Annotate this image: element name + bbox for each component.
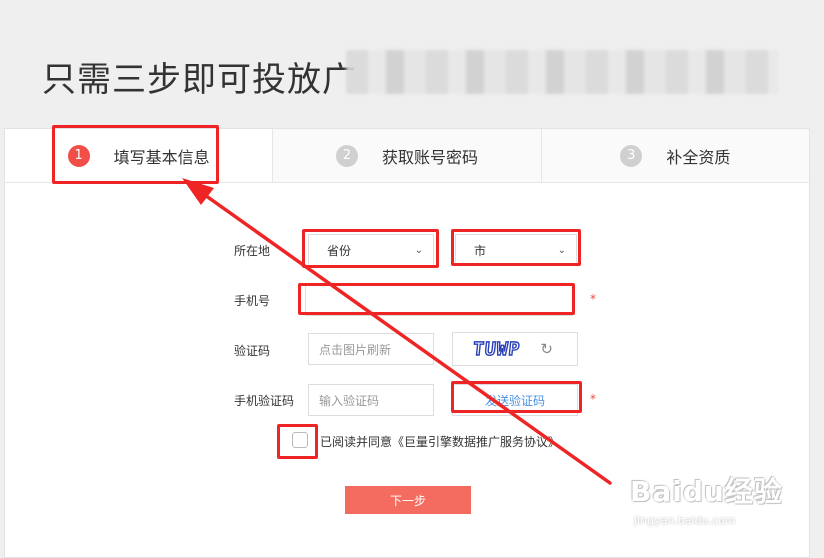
step-number: 3	[620, 144, 643, 167]
page-headline: 只需三步即可投放广	[42, 60, 357, 100]
step-label: 获取账号密码	[381, 147, 478, 167]
sms-code-label: 手机验证码	[234, 394, 295, 408]
highlight-box-checkbox	[277, 424, 318, 459]
highlight-box-province	[302, 229, 439, 268]
captcha-label: 验证码	[234, 344, 271, 358]
sms-code-input[interactable]: 输入验证码	[308, 384, 434, 416]
blurred-text	[346, 50, 778, 94]
agree-prefix: 已阅读并同意	[320, 435, 393, 449]
required-mark: *	[590, 392, 596, 406]
highlight-box-phone	[298, 283, 575, 315]
agree-text: 已阅读并同意《巨量引擎数据推广服务协议》	[320, 433, 560, 450]
watermark-brand: Baidu经验	[630, 475, 783, 508]
captcha-code: TUWP	[471, 338, 522, 360]
captcha-image[interactable]: TUWP ↻	[452, 332, 578, 366]
highlight-box-step	[52, 125, 219, 184]
location-label: 所在地	[234, 244, 271, 258]
step-label: 补全资质	[666, 147, 731, 167]
step-3[interactable]: 3 补全资质	[541, 129, 809, 182]
refresh-icon[interactable]: ↻	[540, 340, 553, 358]
required-mark: *	[590, 292, 596, 306]
watermark-url: jingyan.baidu.com	[634, 514, 736, 527]
next-step-button[interactable]: 下一步	[345, 486, 471, 514]
highlight-box-city	[451, 229, 581, 266]
baidu-watermark: Baidu经验 jingyan.baidu.com	[630, 470, 786, 540]
phone-label: 手机号	[234, 294, 271, 308]
captcha-input[interactable]: 点击图片刷新	[308, 333, 434, 365]
agreement-link[interactable]: 《巨量引擎数据推广服务协议》	[392, 435, 560, 449]
highlight-box-send-code	[451, 381, 582, 413]
step-number: 2	[335, 144, 358, 167]
step-2[interactable]: 2 获取账号密码	[273, 129, 542, 182]
